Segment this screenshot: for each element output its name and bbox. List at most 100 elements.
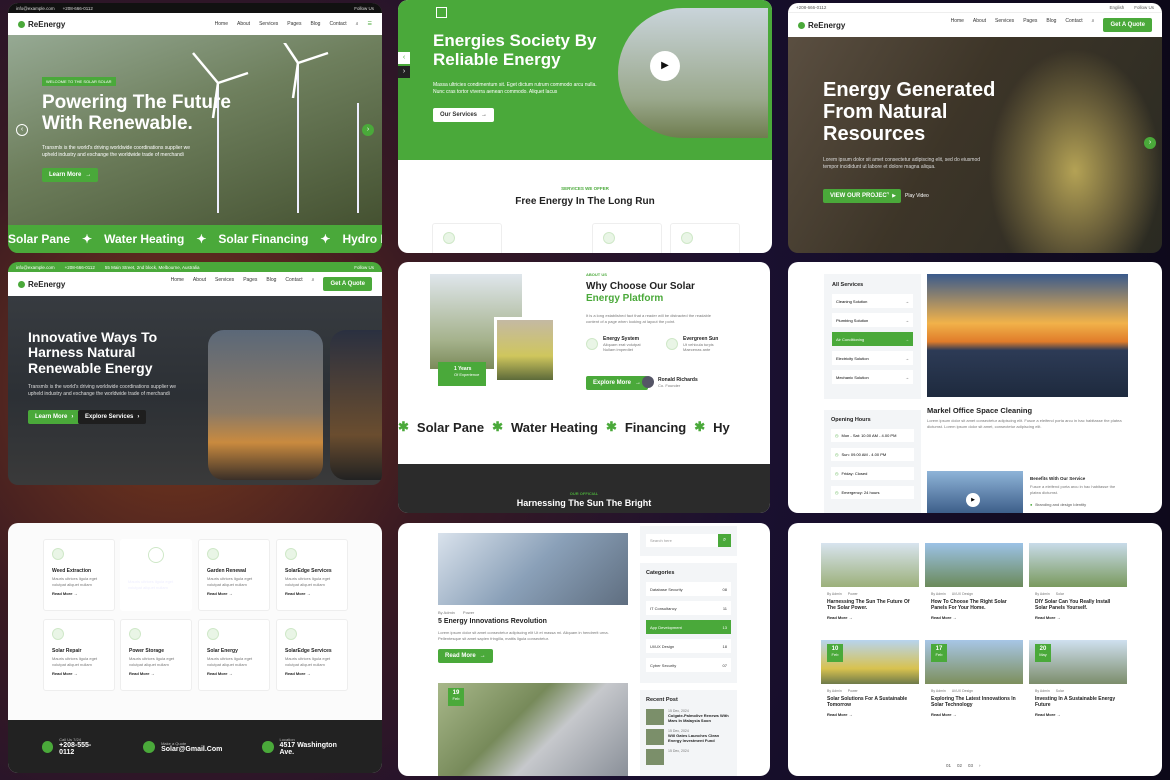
post-title[interactable]: 5 Energy Innovations Revolution: [438, 618, 547, 625]
post-title[interactable]: How To Choose The Right Solar Panels For…: [925, 599, 1023, 612]
nav-home[interactable]: Home: [171, 277, 184, 291]
blog-card[interactable]: By Admin Solar DIY Solar Can You Really I…: [1029, 543, 1127, 635]
prev-slide-button[interactable]: ‹: [16, 124, 28, 136]
service-link[interactable]: Electricity Solution →: [832, 351, 913, 365]
category-link[interactable]: Cyber Security 07: [646, 658, 731, 672]
nav-pages[interactable]: Pages: [243, 277, 257, 291]
category-link[interactable]: IT Consultancy 11: [646, 601, 731, 615]
nav-services[interactable]: Services: [995, 18, 1014, 32]
play-video-link[interactable]: ▶ Play Video: [888, 190, 929, 202]
read-more-link[interactable]: Read More →: [52, 591, 106, 596]
service-card[interactable]: Power Storage Mauris ultrices ligula ege…: [120, 619, 192, 691]
category-link[interactable]: UI/UX Design 18: [646, 639, 731, 653]
next-slide-button[interactable]: ›: [362, 124, 374, 136]
blog-card[interactable]: 17 Feb By Admin UI/UX Design Exploring The…: [925, 640, 1023, 732]
service-card[interactable]: [670, 223, 740, 253]
page-link[interactable]: 01: [946, 763, 951, 768]
menu-icon[interactable]: ☰: [368, 21, 372, 27]
read-more-link[interactable]: Read More →: [821, 615, 919, 620]
read-more-link[interactable]: Read More →: [821, 712, 919, 717]
read-more-link[interactable]: Read More →: [285, 671, 339, 676]
play-button[interactable]: ▶: [966, 493, 980, 507]
service-link-active[interactable]: Air Conditioning →: [832, 332, 913, 346]
prev-arrow-button[interactable]: ‹: [398, 52, 410, 64]
play-button[interactable]: ▶: [650, 51, 680, 81]
service-card-active[interactable]: [512, 223, 584, 253]
explore-more-button[interactable]: Explore More →: [586, 376, 649, 390]
service-card[interactable]: Weed Extraction Mauris ultrices ligula e…: [43, 539, 115, 611]
service-card[interactable]: SolarEdge Services Mauris ultrices ligul…: [276, 539, 348, 611]
blog-card[interactable]: By Admin Power Harnessing The Sun The Fut…: [821, 543, 919, 635]
page-link[interactable]: 03: [968, 763, 973, 768]
recent-post[interactable]: 15 Dec, 2024: [646, 749, 731, 765]
nav-home[interactable]: Home: [215, 21, 228, 27]
search-icon[interactable]: ⌕: [356, 21, 359, 27]
get-a-quote-button[interactable]: Get A Quote: [323, 277, 372, 291]
next-page-icon[interactable]: ›: [979, 763, 981, 768]
logo[interactable]: ReEnergy: [18, 20, 65, 29]
service-card[interactable]: [432, 223, 502, 253]
nav-blog[interactable]: Blog: [310, 21, 320, 27]
service-card[interactable]: SolarEdge Services Mauris ultrices ligul…: [276, 619, 348, 691]
next-arrow-button[interactable]: ›: [398, 66, 410, 78]
read-more-link[interactable]: Read More →: [1029, 712, 1127, 717]
post-title[interactable]: Solar Solutions For A Sustainable Tomorr…: [821, 696, 919, 709]
blog-card[interactable]: 10 Feb By Admin Power Solar Solutions For …: [821, 640, 919, 732]
blog-card[interactable]: 20 May By Admin Solar Investing In A Susta…: [1029, 640, 1127, 732]
read-more-button[interactable]: Read More →: [438, 649, 493, 663]
blog-card[interactable]: By Admin UI/UX Design How To Choose The R…: [925, 543, 1023, 635]
read-more-link[interactable]: Read More →: [129, 671, 183, 676]
category-link[interactable]: App Development 13: [646, 620, 731, 634]
nav-about[interactable]: About: [973, 18, 986, 32]
service-link[interactable]: Plumbing Solution →: [832, 313, 913, 327]
explore-services-button[interactable]: Explore Services ›: [78, 410, 147, 424]
nav-about[interactable]: About: [193, 277, 206, 291]
nav-contact[interactable]: Contact: [285, 277, 302, 291]
next-slide-button[interactable]: ›: [1144, 137, 1156, 149]
nav-pages[interactable]: Pages: [287, 21, 301, 27]
read-more-link[interactable]: Read More →: [925, 712, 1023, 717]
learn-more-button[interactable]: Learn More →: [42, 168, 99, 182]
post-title[interactable]: Exploring The Latest Innovations In Sola…: [925, 696, 1023, 709]
read-more-link[interactable]: Read More →: [207, 671, 261, 676]
nav-about[interactable]: About: [237, 21, 250, 27]
recent-post[interactable]: 15 Dec, 2024 Colgate-Palmolive Renews Wit…: [646, 709, 731, 725]
service-link[interactable]: Cleaning Solution →: [832, 294, 913, 308]
read-more-link[interactable]: Read More →: [52, 671, 106, 676]
read-more-link[interactable]: Read More →: [128, 594, 184, 599]
read-more-link[interactable]: Read More →: [1029, 615, 1127, 620]
nav-home[interactable]: Home: [951, 18, 964, 32]
learn-more-button[interactable]: Learn More ›: [28, 410, 81, 424]
post-title[interactable]: Harnessing The Sun The Future Of The Sol…: [821, 599, 919, 612]
page-link[interactable]: 02: [957, 763, 962, 768]
nav-pages[interactable]: Pages: [1023, 18, 1037, 32]
nav-contact[interactable]: Contact: [329, 21, 346, 27]
nav-blog[interactable]: Blog: [1046, 18, 1056, 32]
category-link[interactable]: Database Security 08: [646, 582, 731, 596]
read-more-link[interactable]: Read More →: [285, 591, 339, 596]
service-link[interactable]: Mechanic Solution →: [832, 370, 913, 384]
read-more-link[interactable]: Read More →: [207, 591, 261, 596]
language-select[interactable]: English: [1109, 5, 1124, 10]
search-icon[interactable]: ⌕: [1092, 18, 1095, 32]
service-card[interactable]: Pristine Garden Mauris ultrices ligula e…: [120, 539, 192, 611]
post-title[interactable]: Investing In A Sustainable Energy Future: [1029, 696, 1127, 709]
service-card[interactable]: Solar Energy Mauris ultrices ligula eget…: [198, 619, 270, 691]
logo[interactable]: ReEnergy: [798, 21, 845, 30]
our-services-button[interactable]: Our Services →: [433, 108, 495, 122]
search-icon[interactable]: ⌕: [312, 277, 315, 291]
nav-contact[interactable]: Contact: [1065, 18, 1082, 32]
nav-services[interactable]: Services: [259, 21, 278, 27]
nav-services[interactable]: Services: [215, 277, 234, 291]
get-a-quote-button[interactable]: Get A Quote: [1103, 18, 1152, 32]
read-more-link[interactable]: Read More →: [925, 615, 1023, 620]
post-title[interactable]: DIY Solar Can You Really Install Solar P…: [1029, 599, 1127, 612]
service-card[interactable]: Solar Repair Mauris ultrices ligula eget…: [43, 619, 115, 691]
nav-blog[interactable]: Blog: [266, 277, 276, 291]
search-input[interactable]: Search here: [646, 538, 718, 543]
service-card[interactable]: Garden Renewal Mauris ultrices ligula eg…: [198, 539, 270, 611]
service-card[interactable]: [592, 223, 662, 253]
recent-post[interactable]: 15 Dec, 2024 Will Gates Launches Clean En…: [646, 729, 731, 745]
logo[interactable]: ReEnergy: [18, 280, 65, 289]
search-icon[interactable]: ⌕: [718, 534, 731, 547]
